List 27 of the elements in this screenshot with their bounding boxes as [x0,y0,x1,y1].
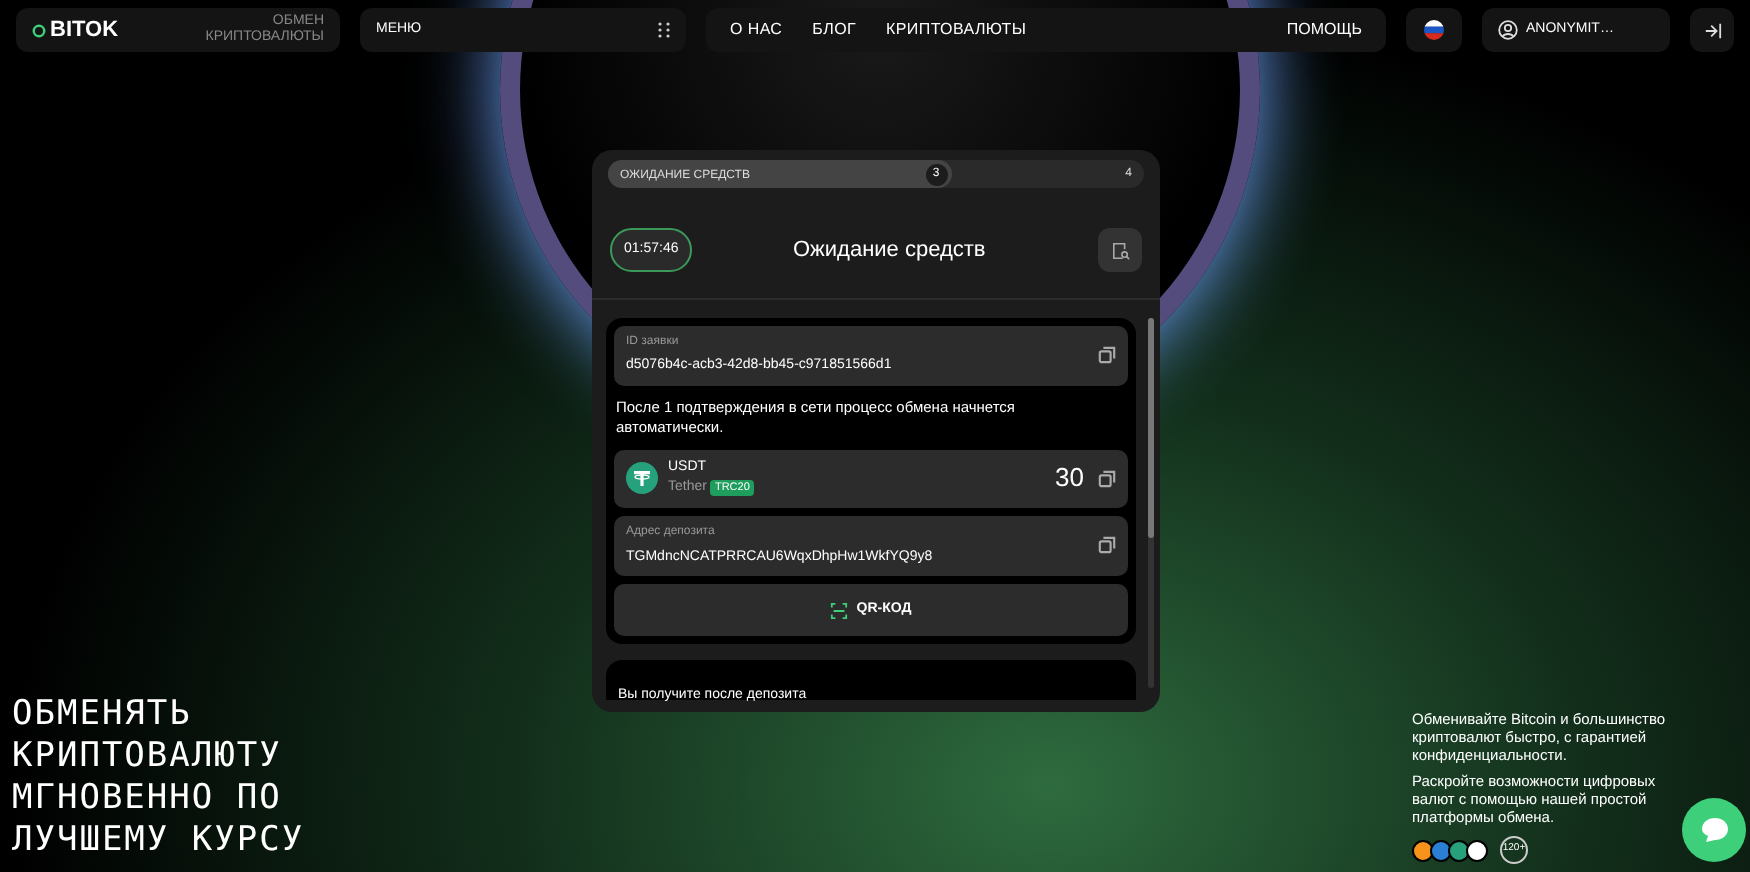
nav-link[interactable]: БЛОГ [812,18,857,42]
hero-heading-line: МГНОВЕННО ПО [12,778,284,820]
flag-icon [1424,20,1444,40]
copy-icon[interactable] [1098,346,1116,365]
document-search-icon [1111,241,1129,259]
amount-value: 30 [1055,460,1084,497]
grid-icon [658,22,670,38]
hero-heading-line: КРИПТОВАЛЮТУ [12,736,284,778]
logout-icon [1703,21,1721,39]
logout-button[interactable] [1690,8,1734,52]
scrollbar-thumb[interactable] [1148,318,1154,538]
hero-heading-line: ЛУЧШЕМУ КУРСУ [12,820,305,862]
tether-icon [626,462,658,494]
hero-heading-line: ОБМЕНЯТЬ [12,694,194,736]
modal-title: Ожидание средств [790,235,988,266]
qr-scan-icon [830,601,849,619]
nav-link[interactable]: О НАС [730,18,783,42]
logo-icon [32,23,46,37]
copy-icon[interactable] [1098,469,1116,487]
language-button[interactable] [1406,8,1462,52]
logo-text: BITOK [50,15,119,46]
copy-icon[interactable] [1098,536,1116,555]
user-icon [1498,20,1518,40]
nav-link[interactable]: КРИПТОВАЛЮТЫ [886,18,1027,42]
help-link[interactable]: ПОМОЩЬ [1286,18,1362,42]
chat-bubble-icon [1701,818,1727,842]
details-button[interactable] [1098,228,1142,272]
